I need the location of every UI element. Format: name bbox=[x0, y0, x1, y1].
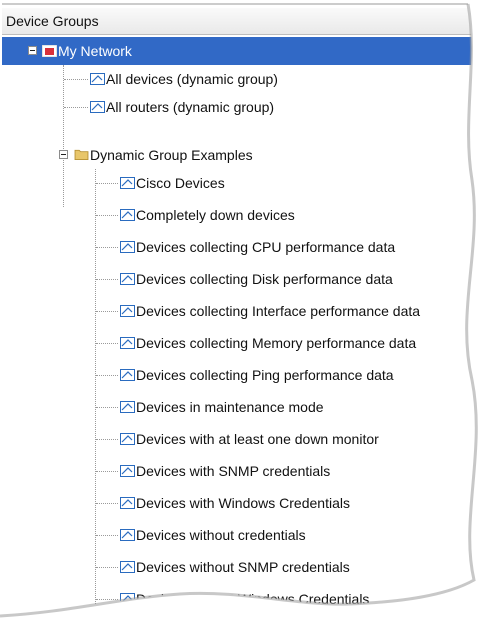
tree-item-label: Devices without SNMP credentials bbox=[136, 559, 350, 575]
dynamic-group-icon bbox=[120, 561, 135, 573]
panel-title: Device Groups bbox=[6, 13, 99, 29]
tree-item-label: Dynamic Group Examples bbox=[90, 147, 253, 163]
tree-item-label: Devices without credentials bbox=[136, 527, 306, 543]
tree-item-label: Devices in maintenance mode bbox=[136, 399, 324, 415]
dynamic-group-icon bbox=[120, 369, 135, 381]
dynamic-group-icon bbox=[120, 433, 135, 445]
tree-line bbox=[96, 439, 118, 440]
dynamic-group-icon bbox=[120, 177, 135, 189]
collapse-icon[interactable] bbox=[28, 46, 37, 55]
panel-header: Device Groups bbox=[2, 8, 480, 35]
tree-line bbox=[63, 65, 64, 207]
tree-line bbox=[64, 107, 88, 108]
tree-line bbox=[96, 311, 118, 312]
tree-item-label: All devices (dynamic group) bbox=[106, 71, 278, 87]
tree-item-label: Devices with Windows Credentials bbox=[136, 495, 350, 511]
dynamic-group-icon bbox=[120, 209, 135, 221]
tree-item-label: Devices collecting Interface performance… bbox=[136, 303, 421, 319]
tree-line bbox=[96, 567, 118, 568]
collapse-icon[interactable] bbox=[59, 150, 68, 159]
tree-item-label: Completely down devices bbox=[136, 207, 295, 223]
dynamic-group-icon bbox=[120, 401, 135, 413]
tree-line bbox=[96, 503, 118, 504]
tree-item-label: All routers (dynamic group) bbox=[106, 99, 275, 115]
dynamic-group-icon bbox=[120, 497, 135, 509]
tree-line bbox=[96, 247, 118, 248]
tree-line bbox=[64, 79, 88, 80]
tree-line bbox=[95, 169, 96, 624]
tree-item-label: Devices collecting Memory performance da… bbox=[136, 335, 417, 351]
device-group-tree[interactable]: My Network All devices (dynamic group) A… bbox=[2, 35, 480, 624]
tree-item-label: Devices collecting Disk performance data bbox=[136, 271, 393, 287]
tree-line bbox=[96, 471, 118, 472]
tree-line bbox=[96, 599, 118, 600]
tree-item-my-network[interactable]: My Network bbox=[2, 37, 480, 65]
torn-paper-content: Device Groups My Network All devices (dy… bbox=[0, 0, 484, 624]
network-icon bbox=[42, 45, 57, 57]
tree-line bbox=[96, 407, 118, 408]
dynamic-group-icon bbox=[120, 305, 135, 317]
dynamic-group-icon bbox=[120, 529, 135, 541]
tree-item-label: Devices with SNMP credentials bbox=[136, 463, 331, 479]
screenshot-frame: Device Groups My Network All devices (dy… bbox=[0, 0, 484, 624]
dynamic-group-icon bbox=[90, 73, 105, 85]
dynamic-group-icon bbox=[90, 101, 105, 113]
folder-icon bbox=[74, 148, 89, 160]
dynamic-group-icon bbox=[120, 465, 135, 477]
tree-line bbox=[96, 215, 118, 216]
tree-line bbox=[96, 183, 118, 184]
tree-item-label: Devices collecting CPU performance data bbox=[136, 239, 396, 255]
tree-line bbox=[96, 535, 118, 536]
dynamic-group-icon bbox=[120, 337, 135, 349]
tree-line bbox=[96, 279, 118, 280]
dynamic-group-icon bbox=[120, 273, 135, 285]
tree-item-label: Devices collecting Ping performance data bbox=[136, 367, 394, 383]
tree-item-label: Cisco Devices bbox=[136, 175, 225, 191]
tree-item-label: Devices with at least one down monitor bbox=[136, 431, 379, 447]
tree-item-label: My Network bbox=[58, 43, 132, 59]
tree-line bbox=[96, 375, 118, 376]
dynamic-group-icon bbox=[120, 241, 135, 253]
tree-line bbox=[96, 343, 118, 344]
